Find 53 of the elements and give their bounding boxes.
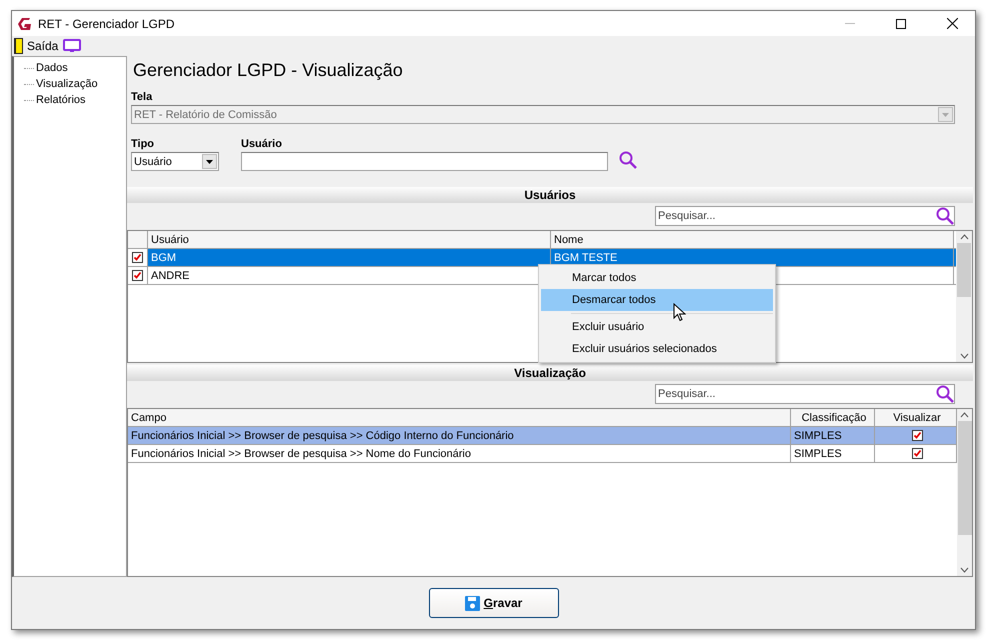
door-icon <box>14 38 23 54</box>
window-title: RET - Gerenciador LGPD <box>38 16 176 30</box>
checkbox[interactable] <box>132 252 143 263</box>
search-icon[interactable] <box>618 150 638 170</box>
checkbox[interactable] <box>132 270 143 281</box>
field-label: Tela <box>131 91 154 103</box>
checkbox[interactable] <box>912 448 922 459</box>
column-header[interactable]: Usuário <box>148 231 551 248</box>
search-field[interactable]: Pesquisar... <box>655 206 955 226</box>
maximize-button[interactable] <box>896 18 906 28</box>
field-label: Usuário <box>241 138 283 150</box>
table-row[interactable]: Funcionários Inicial >> Browser de pesquisa >> Nome do Funcionário SIMPLES <box>128 445 957 463</box>
tree-item[interactable]: Dados <box>36 62 68 74</box>
page-title: Gerenciador LGPD - Visualização <box>133 60 404 81</box>
column-header[interactable]: Classificação <box>791 409 875 426</box>
menu-item[interactable]: Marcar todos <box>541 267 773 289</box>
search-field[interactable]: Pesquisar... <box>655 384 955 404</box>
menu-item[interactable]: Desmarcar todos <box>541 289 773 311</box>
menu-item[interactable]: Excluir usuários selecionados <box>541 338 773 360</box>
scrollbar[interactable] <box>956 231 972 362</box>
table-cell: SIMPLES <box>794 448 842 460</box>
cursor-icon <box>673 303 686 322</box>
field-label: Tipo <box>131 138 156 150</box>
section-header: Visualização <box>127 365 973 381</box>
user-field[interactable] <box>241 152 608 171</box>
close-button[interactable] <box>946 18 958 29</box>
tree-item[interactable]: Visualização <box>36 78 98 90</box>
caret-icon <box>206 160 213 164</box>
caret-icon <box>942 112 949 116</box>
search-icon[interactable] <box>935 384 955 404</box>
menu-item[interactable]: Excluir usuário <box>541 316 773 338</box>
type-dropdown[interactable]: Usuário <box>131 152 219 171</box>
app-logo-icon <box>16 16 33 32</box>
table-row[interactable]: Funcionários Inicial >> Browser de pesquisa >> Código Interno do Funcionário SIMPLES <box>128 427 957 445</box>
dropdown-button[interactable] <box>202 154 217 169</box>
column-header[interactable]: Nome <box>551 231 954 248</box>
table-cell: SIMPLES <box>794 430 842 442</box>
scrollbar[interactable] <box>957 409 972 576</box>
table-cell: BGM <box>151 252 176 264</box>
table-cell: ANDRE <box>151 270 190 282</box>
table-row[interactable]: BGM BGM TESTE <box>128 249 956 267</box>
column-header[interactable]: Visualizar <box>875 409 957 426</box>
exit-button[interactable]: Saída <box>14 38 58 54</box>
save-button[interactable]: Gravar <box>428 588 558 618</box>
column-header[interactable]: Campo <box>128 409 791 426</box>
checkbox[interactable] <box>912 430 922 441</box>
tree-item[interactable]: Relatórios <box>36 94 86 106</box>
table-cell: Funcionários Inicial >> Browser de pesquisa >> Código Interno do Funcionário <box>131 430 514 442</box>
table-cell: BGM TESTE <box>554 252 618 264</box>
monitor-icon[interactable] <box>63 39 82 53</box>
section-header: Usuários <box>127 187 973 203</box>
search-icon[interactable] <box>935 206 955 226</box>
table-cell: Funcionários Inicial >> Browser de pesquisa >> Nome do Funcionário <box>131 448 471 460</box>
